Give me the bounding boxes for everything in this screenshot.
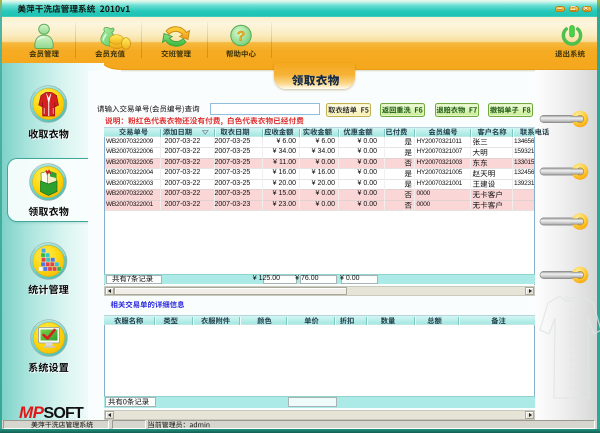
svg-text:?: ? <box>237 28 246 44</box>
